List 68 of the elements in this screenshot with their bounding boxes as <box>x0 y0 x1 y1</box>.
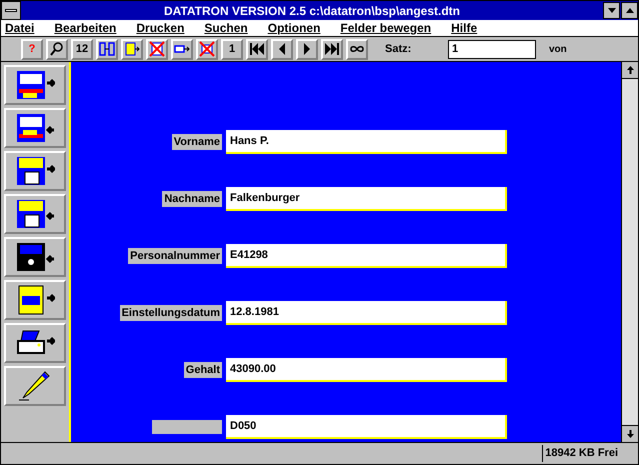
system-menu-button[interactable] <box>1 1 21 20</box>
form-import-icon <box>15 112 55 144</box>
text-field[interactable]: D050 <box>226 415 507 439</box>
record-field[interactable]: 1 <box>448 40 536 58</box>
last-record-icon <box>324 41 340 57</box>
of-label: von <box>549 42 567 56</box>
field-label: Vorname <box>172 134 222 150</box>
text-field[interactable]: 43090.00 <box>226 358 507 382</box>
sidebar-button[interactable] <box>4 194 66 234</box>
text-field[interactable]: E41298 <box>226 244 507 268</box>
toolbar-button[interactable] <box>46 38 68 60</box>
maximize-button[interactable] <box>621 2 638 19</box>
text-field[interactable]: Falkenburger <box>226 187 507 211</box>
scroll-down-button[interactable] <box>622 425 638 442</box>
sidebar-button[interactable] <box>4 151 66 191</box>
menu-item[interactable]: Suchen <box>204 19 248 37</box>
up-arrow-icon <box>626 66 634 74</box>
toolbar-button[interactable] <box>246 38 268 60</box>
menu-item[interactable]: Felder bewegen <box>340 19 432 37</box>
window-title: DATATRON VERSION 2.5 c:\datatron\bsp\angest.dtn <box>162 2 462 20</box>
disk-icon <box>15 241 55 273</box>
down-arrow-icon <box>626 430 634 438</box>
menu-item[interactable]: Hilfe <box>451 19 478 37</box>
sidebar-button[interactable] <box>4 366 66 406</box>
scroll-up-button[interactable] <box>622 62 638 79</box>
text-field[interactable]: Hans P. <box>226 130 507 154</box>
field-label: Gehalt <box>184 362 222 378</box>
toolbar-button[interactable] <box>346 38 368 60</box>
form-export-icon <box>15 69 55 101</box>
sidebar-button[interactable] <box>4 65 66 105</box>
memory-status: 18942 KB Frei <box>542 445 618 462</box>
sidebar-button[interactable] <box>4 280 66 320</box>
menu-item[interactable]: Bearbeiten <box>54 19 116 37</box>
text-field[interactable]: 12.8.1981 <box>226 301 507 325</box>
toolbar-button[interactable]: 12 <box>71 38 93 60</box>
menu-item[interactable]: Drucken <box>136 19 184 37</box>
delete-record-icon <box>149 41 165 57</box>
vertical-scrollbar[interactable] <box>621 62 638 442</box>
field-label: Personalnummer <box>128 248 222 264</box>
sidebar-button[interactable] <box>4 237 66 277</box>
toolbar-button[interactable] <box>121 38 143 60</box>
toolbar-button[interactable] <box>196 38 218 60</box>
menu-item[interactable]: Optionen <box>268 19 320 37</box>
record-label: Satz: <box>385 42 412 57</box>
card-import-icon <box>15 198 55 230</box>
field-label: Einstellungsdatum <box>120 304 222 322</box>
sidebar-button[interactable] <box>4 323 66 363</box>
toolbar-button[interactable] <box>321 38 343 60</box>
label-background <box>152 420 222 434</box>
toolbar-button[interactable] <box>171 38 193 60</box>
toolbar-button[interactable] <box>271 38 293 60</box>
down-triangle-icon <box>608 8 616 13</box>
menu-item[interactable]: Datei <box>5 19 34 37</box>
new-record-icon <box>124 41 140 57</box>
columns-icon <box>99 41 115 57</box>
minimize-button[interactable] <box>603 2 620 19</box>
toolbar-button[interactable]: 1 <box>221 38 243 60</box>
toolbar-button[interactable] <box>146 38 168 60</box>
sidebar-button[interactable] <box>4 108 66 148</box>
card-export-icon <box>15 155 55 187</box>
up-triangle-icon <box>626 8 634 13</box>
dash-icon <box>5 9 17 12</box>
toolbar-button[interactable] <box>96 38 118 60</box>
field-label: Nachname <box>162 190 222 208</box>
toolbar-button[interactable] <box>296 38 318 60</box>
first-record-icon <box>249 41 265 57</box>
delete-field-icon <box>199 41 215 57</box>
magnifier-icon <box>49 41 65 57</box>
